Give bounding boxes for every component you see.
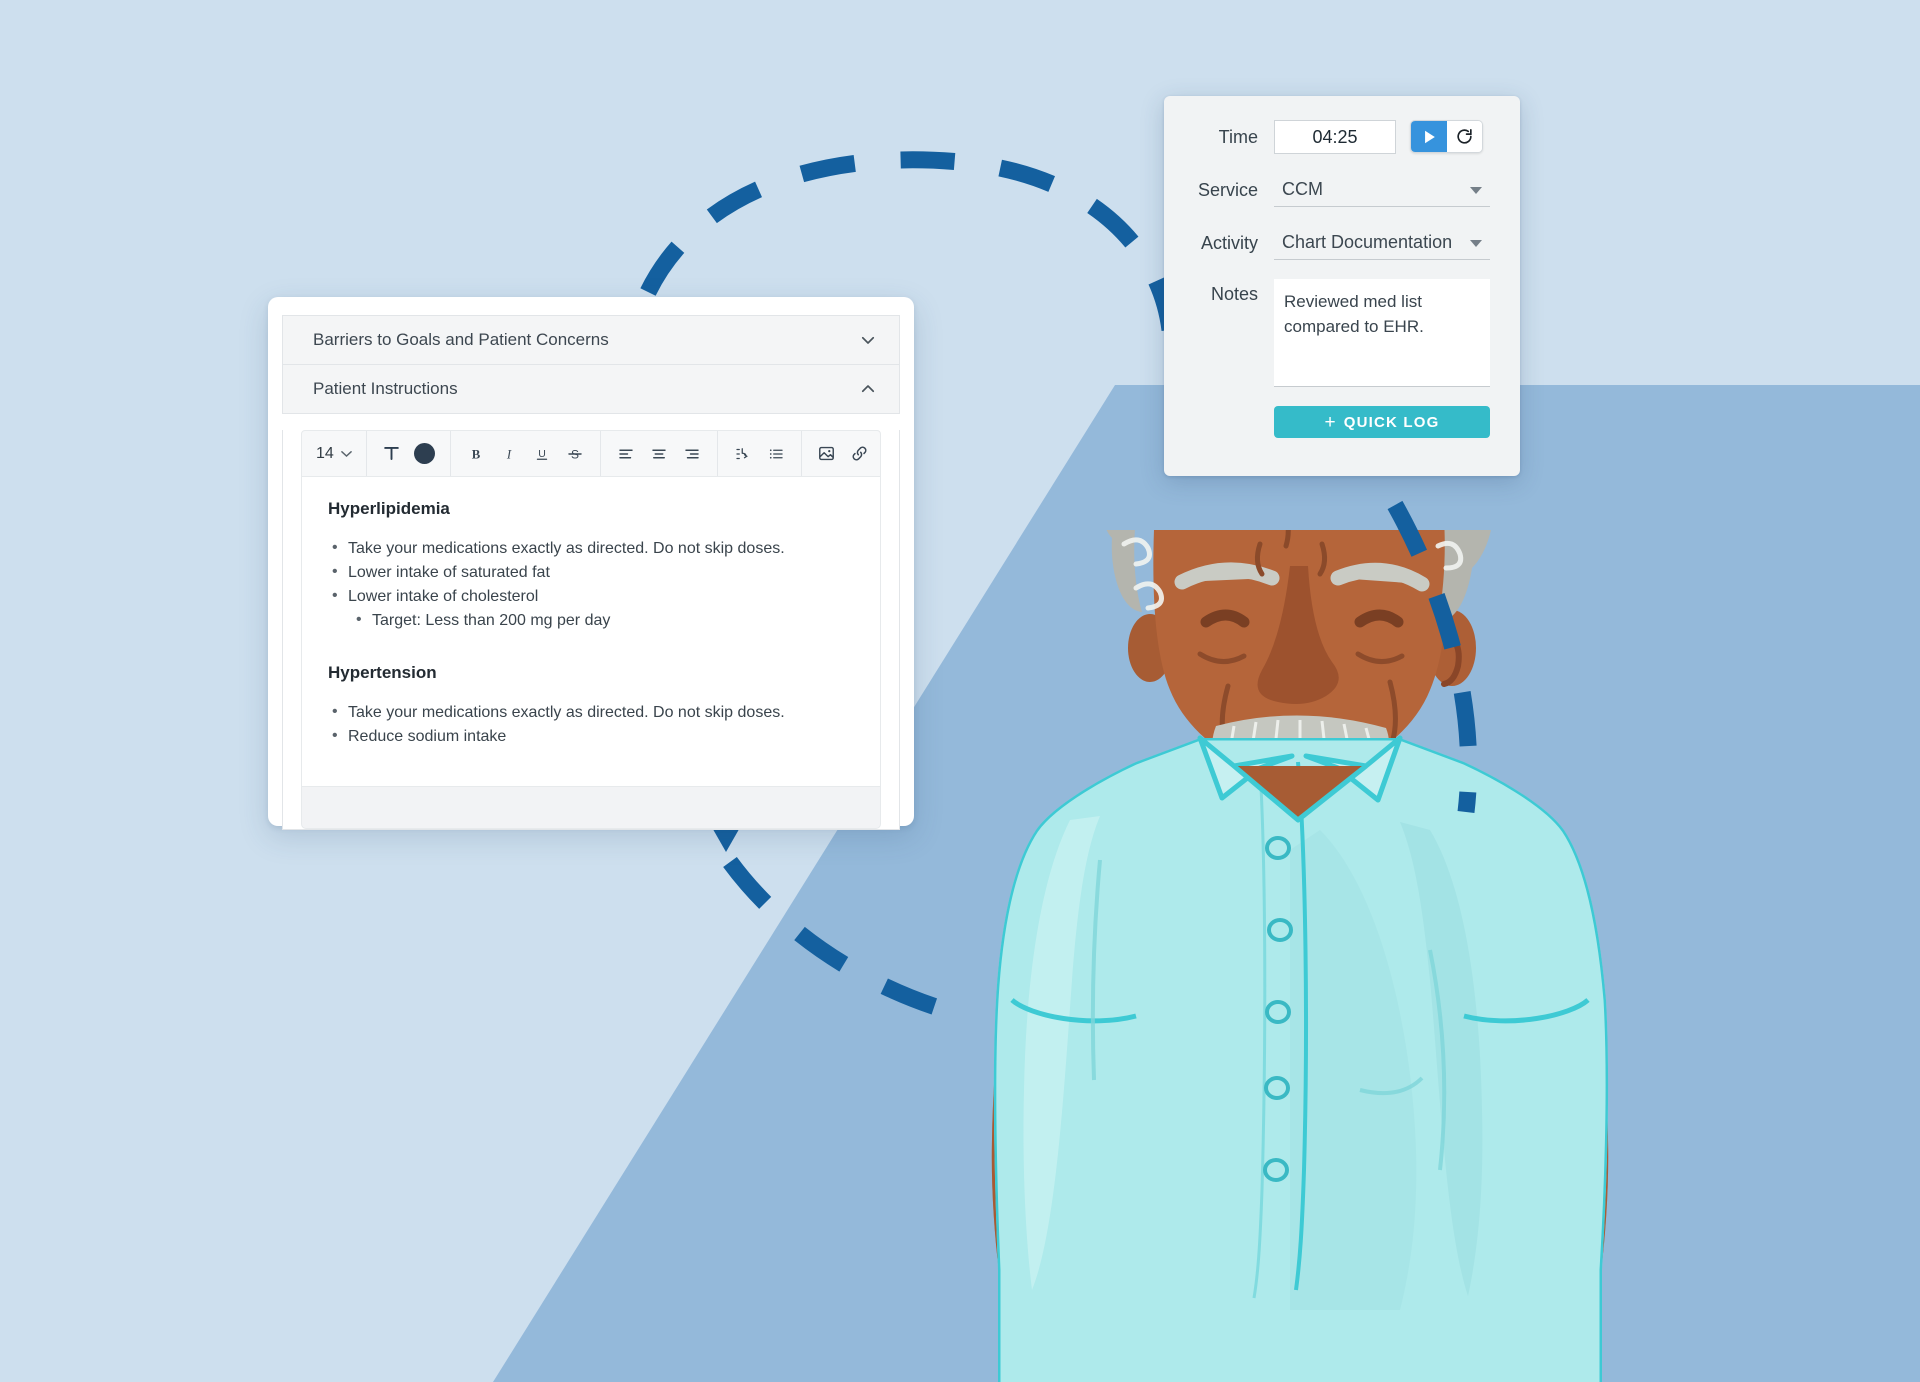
toolbar-group-lists (718, 431, 802, 476)
text-format-icon[interactable] (377, 439, 407, 469)
accordion-item-barriers[interactable]: Barriers to Goals and Patient Concerns (283, 316, 899, 365)
underline-button[interactable]: U (527, 439, 557, 469)
font-size-select[interactable]: 14 (312, 445, 356, 463)
shirt (993, 738, 1609, 1382)
quick-log-card: Time 04:25 Service CCM Activity Chart Do… (1164, 96, 1520, 476)
toolbar-group-insert (802, 431, 885, 476)
notes-row: Notes Reviewed med list compared to EHR. (1186, 279, 1494, 387)
play-icon[interactable] (1411, 121, 1447, 152)
editor-footer-bar (301, 787, 881, 829)
svg-text:B: B (472, 447, 481, 461)
chevron-down-icon[interactable] (1470, 187, 1482, 194)
italic-button[interactable]: I (494, 439, 524, 469)
toolbar-group-align (601, 431, 718, 476)
toolbar-group-style: B I U S (451, 431, 601, 476)
time-input[interactable]: 04:25 (1274, 120, 1396, 154)
align-left-icon[interactable] (611, 439, 641, 469)
toolbar-group-fontsize: 14 (302, 431, 367, 476)
notes-label: Notes (1210, 284, 1258, 304)
notes-textarea[interactable]: Reviewed med list compared to EHR. (1274, 279, 1490, 387)
chevron-down-icon[interactable] (340, 450, 352, 458)
bullet-list-icon[interactable] (761, 439, 791, 469)
text-color-icon[interactable] (410, 439, 440, 469)
chevron-up-icon[interactable] (859, 380, 877, 398)
doc-list-hypertension: Take your medications exactly as directe… (328, 700, 854, 749)
list-item: Lower intake of saturated fat (328, 560, 854, 585)
activity-select[interactable]: Chart Documentation (1274, 226, 1490, 260)
service-row: Service CCM (1186, 173, 1494, 207)
time-label: Time (1218, 127, 1258, 147)
link-icon[interactable] (845, 439, 875, 469)
accordion-item-patient-instructions[interactable]: Patient Instructions (283, 365, 899, 414)
accordion-title-patient-instructions: Patient Instructions (313, 379, 458, 398)
time-row: Time 04:25 (1186, 120, 1494, 154)
chevron-down-icon[interactable] (859, 331, 877, 349)
activity-row: Activity Chart Documentation (1186, 226, 1494, 260)
list-item: Take your medications exactly as directe… (328, 536, 854, 561)
timer-controls (1410, 120, 1483, 153)
current-color-swatch (414, 443, 436, 464)
chevron-down-icon[interactable] (1470, 240, 1482, 247)
quick-log-button-label: QUICK LOG (1343, 413, 1440, 431)
activity-label: Activity (1200, 233, 1258, 253)
rich-text-editor: 14 B I U Hyperlipidemia • Take your medi… (282, 430, 900, 830)
editor-toolbar: 14 B I U (301, 430, 881, 477)
svg-text:I: I (506, 447, 512, 461)
activity-value: Chart Documentation (1282, 232, 1453, 252)
strikethrough-button[interactable]: S (560, 439, 590, 469)
svg-text:U: U (538, 448, 546, 460)
font-size-value: 14 (316, 444, 334, 462)
service-label: Service (1197, 180, 1258, 200)
plus-icon: + (1324, 411, 1337, 433)
patient-instructions-card: Barriers to Goals and Patient Concerns P… (268, 297, 914, 830)
service-select[interactable]: CCM (1274, 173, 1490, 207)
ordered-list-icon[interactable] (728, 439, 758, 469)
doc-heading-hypertension: Hypertension (328, 663, 437, 682)
align-right-icon[interactable] (677, 439, 707, 469)
doc-list-hyperlipidemia: Take your medications exactly as directe… (328, 536, 854, 633)
accordion-title-barriers: Barriers to Goals and Patient Concerns (313, 330, 609, 349)
list-item: Take your medications exactly as directe… (328, 700, 854, 725)
bold-button[interactable]: B (461, 439, 491, 469)
accordion: Barriers to Goals and Patient Concerns P… (282, 315, 900, 414)
toolbar-group-text (367, 431, 451, 476)
doc-heading-hyperlipidemia: Hyperlipidemia (328, 499, 450, 518)
elderly-man-illustration (991, 530, 1609, 1382)
service-value: CCM (1282, 179, 1323, 199)
list-item: Lower intake of cholesterol (328, 584, 854, 609)
list-item: Reduce sodium intake (328, 724, 854, 749)
align-center-icon[interactable] (644, 439, 674, 469)
document-content[interactable]: Hyperlipidemia Take your medications exa… (301, 477, 881, 787)
list-item-sub: Target: Less than 200 mg per day (328, 608, 854, 633)
refresh-icon[interactable] (1447, 121, 1482, 152)
quick-log-button[interactable]: + QUICK LOG (1274, 406, 1490, 438)
image-icon[interactable] (812, 439, 842, 469)
